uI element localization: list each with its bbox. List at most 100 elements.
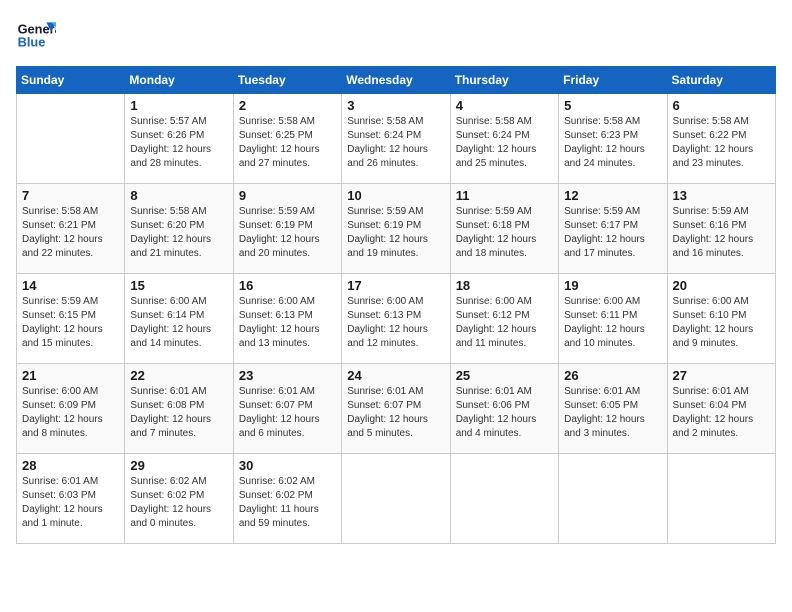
- day-number: 11: [456, 188, 553, 203]
- calendar-cell: 27 Sunrise: 6:01 AMSunset: 6:04 PMDayligh…: [667, 364, 775, 454]
- calendar-cell: 9 Sunrise: 5:59 AMSunset: 6:19 PMDaylight…: [233, 184, 341, 274]
- day-number: 9: [239, 188, 336, 203]
- calendar-cell: 19 Sunrise: 6:00 AMSunset: 6:11 PMDayligh…: [559, 274, 667, 364]
- calendar-cell: 26 Sunrise: 6:01 AMSunset: 6:05 PMDayligh…: [559, 364, 667, 454]
- calendar-header: SundayMondayTuesdayWednesdayThursdayFrid…: [17, 67, 776, 94]
- day-info: Sunrise: 5:58 AMSunset: 6:22 PMDaylight:…: [673, 115, 770, 171]
- day-info: Sunrise: 6:01 AMSunset: 6:05 PMDaylight:…: [564, 385, 661, 441]
- calendar-table: SundayMondayTuesdayWednesdayThursdayFrid…: [16, 66, 776, 544]
- day-info: Sunrise: 5:57 AMSunset: 6:26 PMDaylight:…: [130, 115, 227, 171]
- header-row: SundayMondayTuesdayWednesdayThursdayFrid…: [17, 67, 776, 94]
- day-info: Sunrise: 5:58 AMSunset: 6:23 PMDaylight:…: [564, 115, 661, 171]
- calendar-cell: 23 Sunrise: 6:01 AMSunset: 6:07 PMDayligh…: [233, 364, 341, 454]
- day-info: Sunrise: 5:59 AMSunset: 6:15 PMDaylight:…: [22, 295, 119, 351]
- calendar-cell: 7 Sunrise: 5:58 AMSunset: 6:21 PMDaylight…: [17, 184, 125, 274]
- day-number: 22: [130, 368, 227, 383]
- calendar-cell: 5 Sunrise: 5:58 AMSunset: 6:23 PMDaylight…: [559, 94, 667, 184]
- day-info: Sunrise: 6:00 AMSunset: 6:14 PMDaylight:…: [130, 295, 227, 351]
- day-info: Sunrise: 6:00 AMSunset: 6:09 PMDaylight:…: [22, 385, 119, 441]
- day-info: Sunrise: 6:01 AMSunset: 6:07 PMDaylight:…: [239, 385, 336, 441]
- header-monday: Monday: [125, 67, 233, 94]
- calendar-cell: [342, 454, 450, 544]
- day-number: 8: [130, 188, 227, 203]
- calendar-cell: 12Sunrise: 5:59 AMSunset: 6:17 PMDayligh…: [559, 184, 667, 274]
- day-number: 29: [130, 458, 227, 473]
- calendar-cell: 11 Sunrise: 5:59 AMSunset: 6:18 PMDayligh…: [450, 184, 558, 274]
- day-number: 15: [130, 278, 227, 293]
- logo: General Blue: [16, 16, 62, 56]
- calendar-cell: 28Sunrise: 6:01 AMSunset: 6:03 PMDayligh…: [17, 454, 125, 544]
- calendar-cell: 8 Sunrise: 5:58 AMSunset: 6:20 PMDaylight…: [125, 184, 233, 274]
- header-friday: Friday: [559, 67, 667, 94]
- day-number: 20: [673, 278, 770, 293]
- header-tuesday: Tuesday: [233, 67, 341, 94]
- day-number: 17: [347, 278, 444, 293]
- day-info: Sunrise: 5:58 AMSunset: 6:20 PMDaylight:…: [130, 205, 227, 261]
- day-number: 25: [456, 368, 553, 383]
- day-info: Sunrise: 6:00 AMSunset: 6:10 PMDaylight:…: [673, 295, 770, 351]
- calendar-cell: 25 Sunrise: 6:01 AMSunset: 6:06 PMDayligh…: [450, 364, 558, 454]
- calendar-cell: [667, 454, 775, 544]
- day-info: Sunrise: 6:01 AMSunset: 6:06 PMDaylight:…: [456, 385, 553, 441]
- day-number: 19: [564, 278, 661, 293]
- calendar-cell: [450, 454, 558, 544]
- day-info: Sunrise: 5:58 AMSunset: 6:24 PMDaylight:…: [347, 115, 444, 171]
- day-number: 18: [456, 278, 553, 293]
- calendar-cell: 20 Sunrise: 6:00 AMSunset: 6:10 PMDayligh…: [667, 274, 775, 364]
- calendar-cell: 29 Sunrise: 6:02 AMSunset: 6:02 PMDayligh…: [125, 454, 233, 544]
- day-info: Sunrise: 5:58 AMSunset: 6:25 PMDaylight:…: [239, 115, 336, 171]
- calendar-cell: 15 Sunrise: 6:00 AMSunset: 6:14 PMDayligh…: [125, 274, 233, 364]
- header-sunday: Sunday: [17, 67, 125, 94]
- day-info: Sunrise: 6:00 AMSunset: 6:11 PMDaylight:…: [564, 295, 661, 351]
- calendar-cell: [17, 94, 125, 184]
- day-info: Sunrise: 5:59 AMSunset: 6:16 PMDaylight:…: [673, 205, 770, 261]
- week-row-1: 1 Sunrise: 5:57 AMSunset: 6:26 PMDaylight…: [17, 94, 776, 184]
- day-number: 5: [564, 98, 661, 113]
- day-number: 13: [673, 188, 770, 203]
- page-header: General Blue: [16, 16, 776, 56]
- calendar-cell: 14 Sunrise: 5:59 AMSunset: 6:15 PMDayligh…: [17, 274, 125, 364]
- calendar-cell: 21 Sunrise: 6:00 AMSunset: 6:09 PMDayligh…: [17, 364, 125, 454]
- day-info: Sunrise: 5:58 AMSunset: 6:24 PMDaylight:…: [456, 115, 553, 171]
- day-number: 14: [22, 278, 119, 293]
- calendar-body: 1 Sunrise: 5:57 AMSunset: 6:26 PMDaylight…: [17, 94, 776, 544]
- calendar-cell: 10 Sunrise: 5:59 AMSunset: 6:19 PMDayligh…: [342, 184, 450, 274]
- day-number: 26: [564, 368, 661, 383]
- calendar-cell: 2Sunrise: 5:58 AMSunset: 6:25 PMDaylight…: [233, 94, 341, 184]
- calendar-cell: 3 Sunrise: 5:58 AMSunset: 6:24 PMDaylight…: [342, 94, 450, 184]
- calendar-cell: 22 Sunrise: 6:01 AMSunset: 6:08 PMDayligh…: [125, 364, 233, 454]
- day-number: 3: [347, 98, 444, 113]
- calendar-cell: 1 Sunrise: 5:57 AMSunset: 6:26 PMDaylight…: [125, 94, 233, 184]
- day-number: 4: [456, 98, 553, 113]
- day-info: Sunrise: 5:59 AMSunset: 6:19 PMDaylight:…: [239, 205, 336, 261]
- day-number: 27: [673, 368, 770, 383]
- day-info: Sunrise: 6:01 AMSunset: 6:04 PMDaylight:…: [673, 385, 770, 441]
- header-wednesday: Wednesday: [342, 67, 450, 94]
- week-row-3: 14 Sunrise: 5:59 AMSunset: 6:15 PMDayligh…: [17, 274, 776, 364]
- day-number: 10: [347, 188, 444, 203]
- day-number: 24: [347, 368, 444, 383]
- day-number: 7: [22, 188, 119, 203]
- day-info: Sunrise: 6:00 AMSunset: 6:13 PMDaylight:…: [347, 295, 444, 351]
- header-thursday: Thursday: [450, 67, 558, 94]
- day-info: Sunrise: 5:59 AMSunset: 6:19 PMDaylight:…: [347, 205, 444, 261]
- day-info: Sunrise: 6:02 AMSunset: 6:02 PMDaylight:…: [130, 475, 227, 531]
- week-row-5: 28Sunrise: 6:01 AMSunset: 6:03 PMDayligh…: [17, 454, 776, 544]
- calendar-cell: [559, 454, 667, 544]
- day-info: Sunrise: 6:01 AMSunset: 6:08 PMDaylight:…: [130, 385, 227, 441]
- calendar-cell: 17 Sunrise: 6:00 AMSunset: 6:13 PMDayligh…: [342, 274, 450, 364]
- day-info: Sunrise: 5:58 AMSunset: 6:21 PMDaylight:…: [22, 205, 119, 261]
- day-number: 23: [239, 368, 336, 383]
- day-info: Sunrise: 6:00 AMSunset: 6:12 PMDaylight:…: [456, 295, 553, 351]
- calendar-cell: 24Sunrise: 6:01 AMSunset: 6:07 PMDayligh…: [342, 364, 450, 454]
- svg-text:Blue: Blue: [18, 34, 46, 49]
- day-info: Sunrise: 6:00 AMSunset: 6:13 PMDaylight:…: [239, 295, 336, 351]
- day-number: 12: [564, 188, 661, 203]
- day-number: 30: [239, 458, 336, 473]
- week-row-2: 7 Sunrise: 5:58 AMSunset: 6:21 PMDaylight…: [17, 184, 776, 274]
- week-row-4: 21 Sunrise: 6:00 AMSunset: 6:09 PMDayligh…: [17, 364, 776, 454]
- day-number: 21: [22, 368, 119, 383]
- day-info: Sunrise: 5:59 AMSunset: 6:18 PMDaylight:…: [456, 205, 553, 261]
- day-number: 1: [130, 98, 227, 113]
- day-info: Sunrise: 6:02 AMSunset: 6:02 PMDaylight:…: [239, 475, 336, 531]
